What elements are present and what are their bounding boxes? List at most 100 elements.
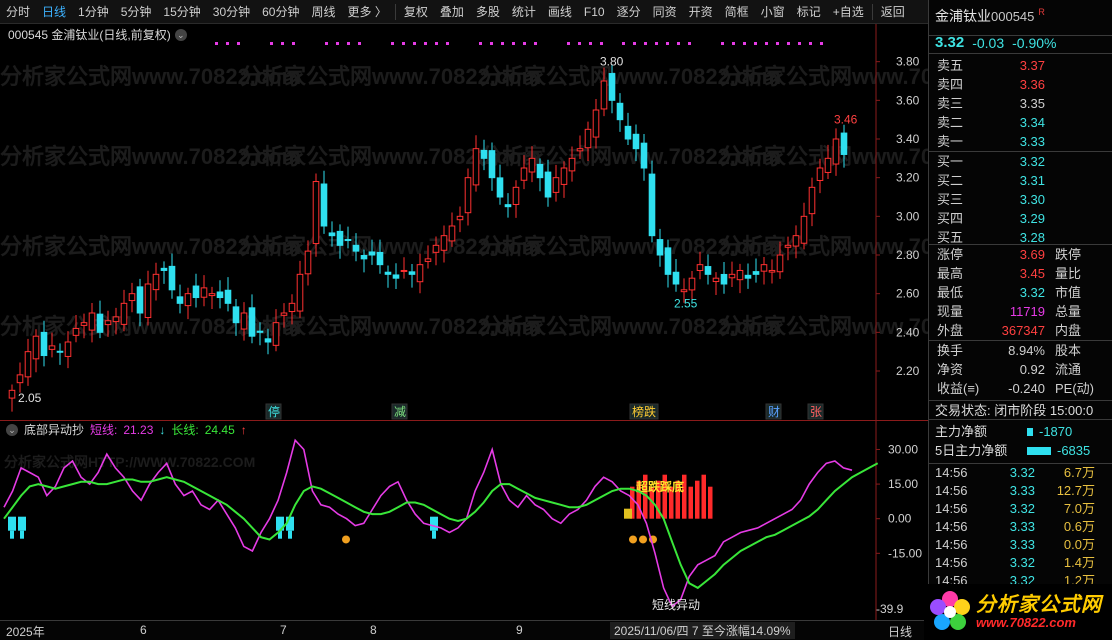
candle-body[interactable] [552,177,560,193]
toolbar-item[interactable]: 复权 [398,0,434,24]
toolbar-item[interactable]: 叠加 [434,0,470,24]
candle-body[interactable] [720,273,728,285]
candle-body[interactable] [8,389,16,399]
candle-body[interactable] [288,302,296,313]
toolbar-item[interactable]: F10 [578,0,611,24]
candle-body[interactable] [808,186,816,215]
candle-body[interactable] [208,293,216,297]
candle-body[interactable] [448,225,456,242]
toolbar-item[interactable]: 小窗 [755,0,791,24]
candle-body[interactable] [216,291,224,299]
candle-body[interactable] [256,330,264,333]
candle-body[interactable] [568,157,576,172]
candle-body[interactable] [632,133,640,150]
candle-body[interactable] [376,251,384,266]
candle-body[interactable] [96,313,104,333]
candle-body[interactable] [696,264,704,272]
candle-body[interactable] [40,331,48,357]
candle-body[interactable] [576,148,584,152]
candle-body[interactable] [592,109,600,138]
candle-body[interactable] [424,258,432,262]
toolbar-item[interactable]: 画线 [542,0,578,24]
candle-body[interactable] [88,312,96,331]
candle-body[interactable] [312,181,320,245]
candle-body[interactable] [736,269,744,281]
candle-body[interactable] [344,238,352,241]
candle-body[interactable] [120,302,128,325]
toolbar-item[interactable]: 多股 [470,0,506,24]
toolbar-item[interactable]: 5分钟 [115,0,158,24]
toolbar-item[interactable]: 日线 [36,0,72,24]
toolbar-item[interactable]: 分时 [0,0,36,24]
candle-body[interactable] [136,286,144,314]
candle-body[interactable] [16,374,24,384]
toolbar-item[interactable]: 标记 [791,0,827,24]
candle-body[interactable] [384,271,392,275]
candle-body[interactable] [584,128,592,149]
candle-body[interactable] [184,293,192,307]
candle-body[interactable] [400,269,408,272]
candle-body[interactable] [456,215,464,221]
candle-body[interactable] [144,283,152,319]
candle-body[interactable] [528,157,536,173]
candle-body[interactable] [296,273,304,312]
candle-body[interactable] [656,239,664,256]
candle-body[interactable] [624,125,632,140]
candle-body[interactable] [328,232,336,237]
candle-body[interactable] [112,316,120,323]
toolbar-item[interactable]: 同资 [647,0,683,24]
candle-body[interactable] [792,235,800,247]
event-tag[interactable]: 榜跌 [629,403,659,420]
candle-body[interactable] [536,163,544,179]
candle-body[interactable] [360,254,368,260]
candle-body[interactable] [224,289,232,304]
candle-body[interactable] [24,351,32,378]
candle-body[interactable] [472,148,480,186]
toolbar-item[interactable]: 1分钟 [72,0,115,24]
event-tag[interactable]: 张 [807,403,824,420]
candle-body[interactable] [760,264,768,272]
candle-body[interactable] [800,215,808,244]
toolbar-item[interactable]: 逐分 [611,0,647,24]
candle-body[interactable] [704,266,712,275]
candle-body[interactable] [728,273,736,279]
main-kline-chart[interactable]: 分析家公式网www.70822.com 分析家公式网www.70822.com 分析… [0,24,1021,420]
candle-body[interactable] [56,350,64,353]
candle-body[interactable] [32,335,40,360]
candle-body[interactable] [816,167,824,181]
candle-body[interactable] [440,235,448,251]
toolbar-item[interactable]: 60分钟 [256,0,305,24]
toolbar-item[interactable]: 开资 [683,0,719,24]
candle-body[interactable] [264,338,272,343]
candle-body[interactable] [248,307,256,337]
toolbar-item[interactable]: 更多 〉 [342,0,393,24]
toolbar-item[interactable]: 返回 [875,0,911,24]
candle-body[interactable] [176,296,184,304]
candle-body[interactable] [128,293,136,302]
toolbar-item[interactable]: 周线 [305,0,341,24]
candle-body[interactable] [824,157,832,173]
candle-body[interactable] [488,150,496,179]
event-tag[interactable]: 停 [265,403,282,420]
candle-body[interactable] [392,274,400,279]
candle-body[interactable] [160,267,168,271]
chevron-down-icon[interactable]: ⌄ [174,28,187,41]
candle-body[interactable] [520,167,528,181]
kline-svg[interactable]: 分析家公式网www.70822.com分析家公式网www.70822.com分析… [0,24,1021,420]
candle-body[interactable] [80,322,88,326]
tick-list[interactable]: 14:56 3.32 6.7万 14:56 3.33 12.7万 14:56 3.32 7.0万… [929,463,1112,590]
candle-body[interactable] [368,251,376,256]
candle-body[interactable] [688,277,696,291]
candle-body[interactable] [104,320,112,326]
candle-body[interactable] [464,177,472,214]
candle-body[interactable] [640,142,648,169]
candle-body[interactable] [512,186,520,205]
candle-body[interactable] [152,273,160,291]
candle-body[interactable] [768,269,776,273]
candle-body[interactable] [64,341,72,357]
candle-body[interactable] [840,132,848,155]
candle-body[interactable] [336,230,344,246]
candle-body[interactable] [672,271,680,285]
candle-body[interactable] [616,102,624,121]
candle-body[interactable] [752,271,760,275]
